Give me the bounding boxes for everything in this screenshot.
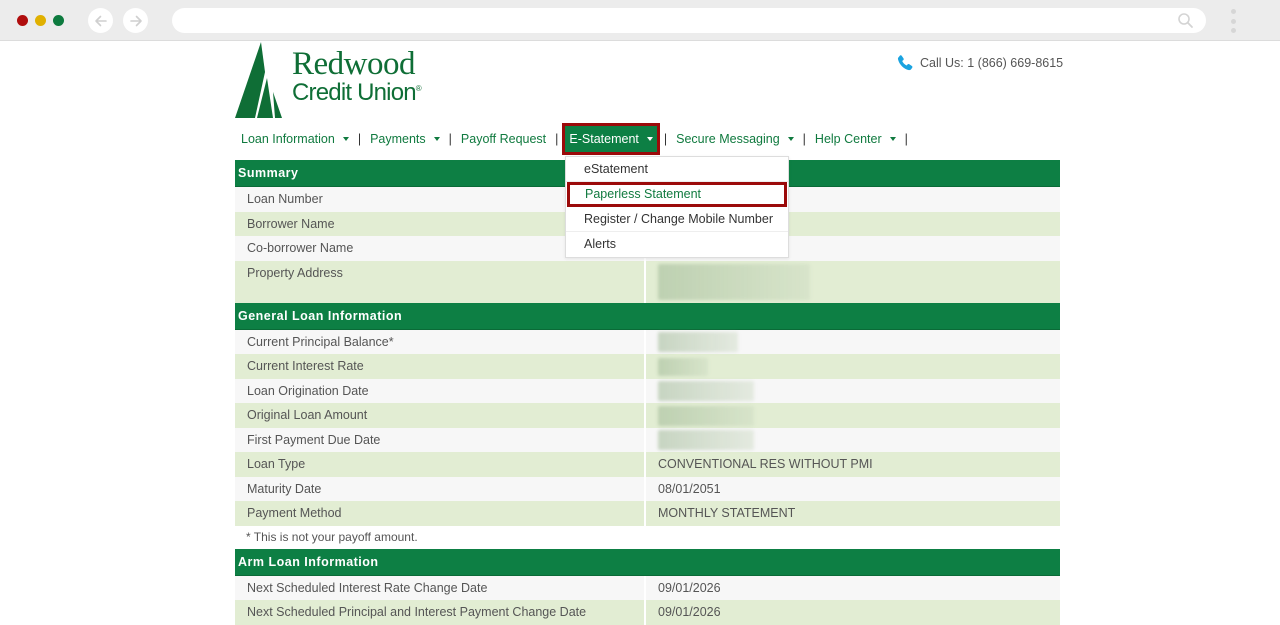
nav-separator: |: [448, 132, 452, 146]
call-us[interactable]: Call Us: 1 (866) 669-8615: [896, 54, 1063, 72]
row-label: Next Scheduled Principal and Interest Pa…: [235, 600, 646, 625]
row-label: Maturity Date: [235, 476, 646, 501]
row-label: First Payment Due Date: [235, 427, 646, 452]
row-value: 08/01/2051: [658, 481, 721, 496]
kebab-menu-icon[interactable]: [1230, 9, 1236, 33]
caret-down-icon: [646, 137, 653, 141]
caret-down-icon: [342, 137, 349, 141]
nav-payoff-request[interactable]: Payoff Request: [455, 123, 552, 155]
nav-loan-information[interactable]: Loan Information: [235, 123, 355, 155]
table-row: Maturity Date 08/01/2051: [235, 476, 1060, 501]
row-value-redacted: [646, 403, 1060, 428]
row-value: CONVENTIONAL RES WITHOUT PMI: [658, 457, 873, 471]
browser-chrome: [0, 0, 1280, 41]
nav-payments[interactable]: Payments: [364, 123, 446, 155]
table-row: Current Principal Balance*: [235, 329, 1060, 355]
nav-label: Payments: [370, 132, 426, 146]
row-label: Next Scheduled Interest Rate Change Date: [235, 575, 646, 600]
table-row: First Payment Due Date: [235, 427, 1060, 453]
row-label: Loan Origination Date: [235, 378, 646, 403]
menu-item-estatement[interactable]: eStatement: [566, 157, 788, 182]
row-label: Loan Type: [235, 452, 646, 477]
nav-separator: |: [802, 132, 806, 146]
tree-logo-icon: [235, 42, 282, 118]
table-row: Original Loan Amount: [235, 403, 1060, 428]
row-value: 09/01/2026: [658, 605, 721, 619]
section-arm-header: Arm Loan Information: [235, 548, 1060, 576]
logo-text-credit-union: Credit Union®: [292, 79, 422, 107]
table-row: Current Interest Rate: [235, 354, 1060, 379]
row-value: 09/01/2026: [658, 580, 721, 595]
main-nav: Loan Information | Payments | Payoff Req…: [235, 123, 911, 155]
arrow-left-icon: [94, 15, 107, 26]
row-label: Current Principal Balance*: [235, 329, 646, 354]
table-row: Next Scheduled Interest Rate Change Date…: [235, 575, 1060, 600]
nav-separator: |: [357, 132, 362, 146]
search-icon[interactable]: [1177, 12, 1194, 29]
nav-separator: |: [663, 132, 668, 146]
table-row: Property Address: [235, 260, 1060, 303]
caret-down-icon: [433, 137, 440, 141]
logo-text-redwood: Redwood: [292, 46, 416, 82]
table-row: Loan Type CONVENTIONAL RES WITHOUT PMI: [235, 452, 1060, 477]
e-statement-dropdown: eStatement Paperless Statement Register …: [565, 156, 789, 258]
table-row: Payment Method MONTHLY STATEMENT: [235, 501, 1060, 526]
row-value-redacted: [646, 354, 1060, 379]
menu-item-register-mobile[interactable]: Register / Change Mobile Number: [566, 207, 788, 232]
row-value-redacted: [646, 330, 1060, 355]
payoff-note: * This is not your payoff amount.: [235, 525, 1060, 549]
row-label: Property Address: [235, 260, 646, 303]
window-maximize-dot[interactable]: [53, 15, 64, 26]
row-value-redacted: [646, 379, 1060, 404]
call-us-text: Call Us: 1 (866) 669-8615: [920, 56, 1064, 70]
caret-down-icon: [889, 137, 896, 141]
menu-item-paperless-statement[interactable]: Paperless Statement: [567, 182, 787, 207]
nav-label: Payoff Request: [460, 132, 547, 146]
redwood-logo[interactable]: Redwood Credit Union®: [235, 42, 445, 120]
row-label: Current Interest Rate: [235, 354, 646, 379]
nav-label: Help Center: [814, 132, 882, 146]
nav-separator: |: [555, 132, 559, 146]
row-value-redacted: [646, 428, 1060, 453]
arrow-right-icon: [129, 15, 142, 26]
table-row: Next Scheduled Principal and Interest Pa…: [235, 600, 1060, 625]
table-row: Loan Origination Date: [235, 378, 1060, 404]
nav-label: Loan Information: [241, 132, 335, 146]
row-value: MONTHLY STATEMENT: [658, 506, 796, 520]
back-button[interactable]: [88, 8, 113, 33]
nav-label: E-Statement: [569, 132, 639, 146]
forward-button[interactable]: [123, 8, 148, 33]
row-value-redacted: [646, 261, 1060, 303]
nav-secure-messaging[interactable]: Secure Messaging: [670, 123, 800, 155]
address-bar[interactable]: [172, 8, 1206, 33]
phone-icon: [897, 55, 913, 71]
window-minimize-dot[interactable]: [35, 15, 46, 26]
caret-down-icon: [787, 137, 794, 141]
menu-item-alerts[interactable]: Alerts: [566, 232, 788, 257]
row-label: Original Loan Amount: [235, 403, 646, 428]
nav-label: Secure Messaging: [676, 132, 780, 146]
nav-e-statement[interactable]: E-Statement: [562, 123, 660, 155]
section-general-header: General Loan Information: [235, 302, 1060, 330]
nav-separator: |: [904, 132, 908, 146]
logo-text-line2: Credit Union: [292, 79, 417, 106]
trademark: ®: [415, 84, 422, 93]
row-label: Payment Method: [235, 501, 646, 526]
window-close-dot[interactable]: [17, 15, 28, 26]
nav-help-center[interactable]: Help Center: [809, 123, 902, 155]
